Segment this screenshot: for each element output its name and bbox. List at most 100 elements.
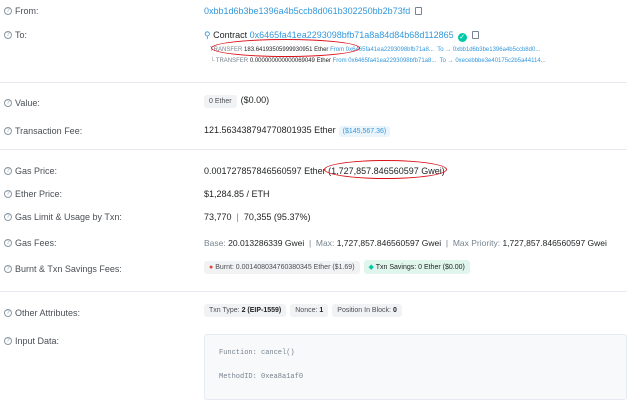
gas-price-ether: 0.001727857846560597 Ether [204,166,326,176]
contract-search-icon: ⚲ [204,30,211,40]
divider [0,149,627,150]
fee-row: ? Transaction Fee: 121.563438794770801935… [0,124,627,138]
gas-price-label-text: Gas Price: [15,166,58,176]
burnt-label-text: Burnt & Txn Savings Fees: [15,264,122,274]
from-row: ? From: 0xbb1d6b3be1396a4b5ccb8d061b30225… [0,4,627,18]
savings-icon: ◆ [368,264,374,271]
transfer-amount: 183.64193505999930951 Ether [244,47,329,53]
burnt-pill: ● Burnt: 0.001408034760380345 Ether ($1.… [204,261,360,274]
copy-icon[interactable] [415,7,423,15]
gas-fees-value: Base: 20.013286339 Gwei | Max: 1,727,857… [204,238,607,248]
gas-price-row: ? Gas Price: 0.001727857846560597 Ether (… [0,164,627,178]
gas-price-value: 0.001727857846560597 Ether (1,727,857.84… [204,166,445,176]
txn-type-label: Txn Type: [209,307,240,314]
from-address-link[interactable]: 0xbb1d6b3be1396a4b5ccb8d061b302250bb2b73… [204,6,410,16]
ether-price-label: ? Ether Price: [4,189,62,199]
fee-label-text: Transaction Fee: [15,126,83,136]
help-icon[interactable]: ? [4,127,12,135]
ether-price-label-text: Ether Price: [15,189,63,199]
help-icon[interactable]: ? [4,265,12,273]
transfer-amount: 0.000000000000069049 Ether [249,58,331,64]
savings-pill: ◆ Txn Savings: 0 Ether ($0.00) [363,260,470,274]
divider [0,82,627,83]
contract-prefix: Contract [213,30,248,40]
transfer-tag: └ TRANSFER [210,58,249,64]
priority-label: Max Priority: [452,238,501,248]
position-label: Position In Block: [337,307,391,314]
transfer-from-link[interactable]: From 0x6465fa41ea2293098bfb71a8... [330,47,434,53]
gas-limit: 73,770 [204,212,232,222]
divider [0,291,627,292]
transfer-line-1: TRANSFER 183.64193505999930951 Ether Fro… [210,47,540,53]
gas-fees-label-text: Gas Fees: [15,238,57,248]
gas-limit-row: ? Gas Limit & Usage by Txn: 73,770 | 70,3… [0,210,627,224]
help-icon[interactable]: ? [4,167,12,175]
from-label: ? From: [4,6,39,16]
flame-icon: ● [209,264,214,271]
help-icon[interactable]: ? [4,239,12,247]
txn-type-pill: Txn Type: 2 (EIP-1559) [204,304,287,317]
nonce-label: Nonce: [295,307,318,314]
position-value: 0 [392,307,397,314]
help-icon[interactable]: ? [4,31,12,39]
priority-value: 1,727,857.846560597 Gwei [502,238,607,248]
copy-icon[interactable] [471,31,479,39]
gas-price-gwei: (1,727,857.846560597 Gwei) [328,166,445,176]
separator-bar: | [234,212,242,222]
value-row: ? Value: 0 Ether ($0.00) [0,95,627,109]
fee-amount: 121.563438794770801935 Ether [204,125,336,135]
burnt-text: Burnt: 0.001408034760380345 Ether ($1.69… [215,264,355,271]
transfer-line-2: └ TRANSFER 0.000000000000069049 Ether Fr… [210,58,546,64]
transfer-to-link[interactable]: To → 0xbb1d6b3be1396a4b5ccb8d0... [437,47,540,53]
transfer-tag: TRANSFER [210,47,243,53]
fee-value: 121.563438794770801935 Ether ($145,567.36… [204,125,391,137]
other-label: ? Other Attributes: [4,308,80,318]
verified-check-icon: ✓ [457,33,467,42]
gas-fees-label: ? Gas Fees: [4,238,57,248]
help-icon[interactable]: ? [4,7,12,15]
ether-price-value: $1,284.85 / ETH [204,189,270,199]
help-icon[interactable]: ? [4,309,12,317]
from-label-text: From: [15,6,39,16]
from-value: 0xbb1d6b3be1396a4b5ccb8d061b302250bb2b73… [204,6,423,16]
burnt-label: ? Burnt & Txn Savings Fees: [4,264,122,274]
transfer-from-link[interactable]: From 0x6465fa41ea2293098bfb71a8... [333,58,437,64]
max-value: 1,727,857.846560597 Gwei [336,238,442,248]
other-value: Txn Type: 2 (EIP-1559) Nonce: 1 Position I… [204,304,406,317]
nonce-pill: Nonce: 1 [290,304,329,317]
input-data-box[interactable]: Function: cancel() MethodID: 0xea8a1af0 [204,334,627,400]
help-icon[interactable]: ? [4,190,12,198]
help-icon[interactable]: ? [4,99,12,107]
help-icon[interactable]: ? [4,337,12,345]
input-function-line: Function: cancel() [219,349,295,357]
separator-bar: | [306,238,314,248]
other-label-text: Other Attributes: [15,308,81,318]
burnt-row: ? Burnt & Txn Savings Fees: ● Burnt: 0.00… [0,260,627,276]
value-label: ? Value: [4,98,40,108]
help-icon[interactable]: ? [4,213,12,221]
value-usd: ($0.00) [240,95,270,105]
value-label-text: Value: [15,98,40,108]
max-label: Max: [315,238,335,248]
contract-address-link[interactable]: 0x6465fa41ea2293098bfb71a8a84d84b68d1128… [250,30,454,40]
fee-usd-badge: ($145,567.36) [338,126,391,137]
value-value: 0 Ether ($0.00) [204,95,269,108]
txn-type-value: 2 (EIP-1559) [241,307,282,314]
transfer-to-link[interactable]: To → 0xecebbbe3e40175c2b5a44114... [440,58,546,64]
gas-limit-value: 73,770 | 70,355 (95.37%) [204,212,310,222]
gas-usage: 70,355 (95.37%) [243,212,311,222]
base-value: 20.013286339 Gwei [228,238,305,248]
separator-bar: | [443,238,451,248]
nonce-value: 1 [319,307,324,314]
gas-fees-row: ? Gas Fees: Base: 20.013286339 Gwei | Max… [0,236,627,250]
value-pill: 0 Ether [204,95,237,108]
to-label-text: To: [15,30,28,40]
input-label: ? Input Data: [4,336,59,346]
fee-label: ? Transaction Fee: [4,126,82,136]
position-pill: Position In Block: 0 [332,304,402,317]
gas-limit-label: ? Gas Limit & Usage by Txn: [4,212,122,222]
other-row: ? Other Attributes: Txn Type: 2 (EIP-1559… [0,304,627,320]
input-method-line: MethodID: 0xea8a1af0 [219,373,304,381]
savings-text: Txn Savings: 0 Ether ($0.00) [375,264,465,271]
to-value: ⚲ Contract 0x6465fa41ea2293098bfb71a8a84… [204,30,479,42]
